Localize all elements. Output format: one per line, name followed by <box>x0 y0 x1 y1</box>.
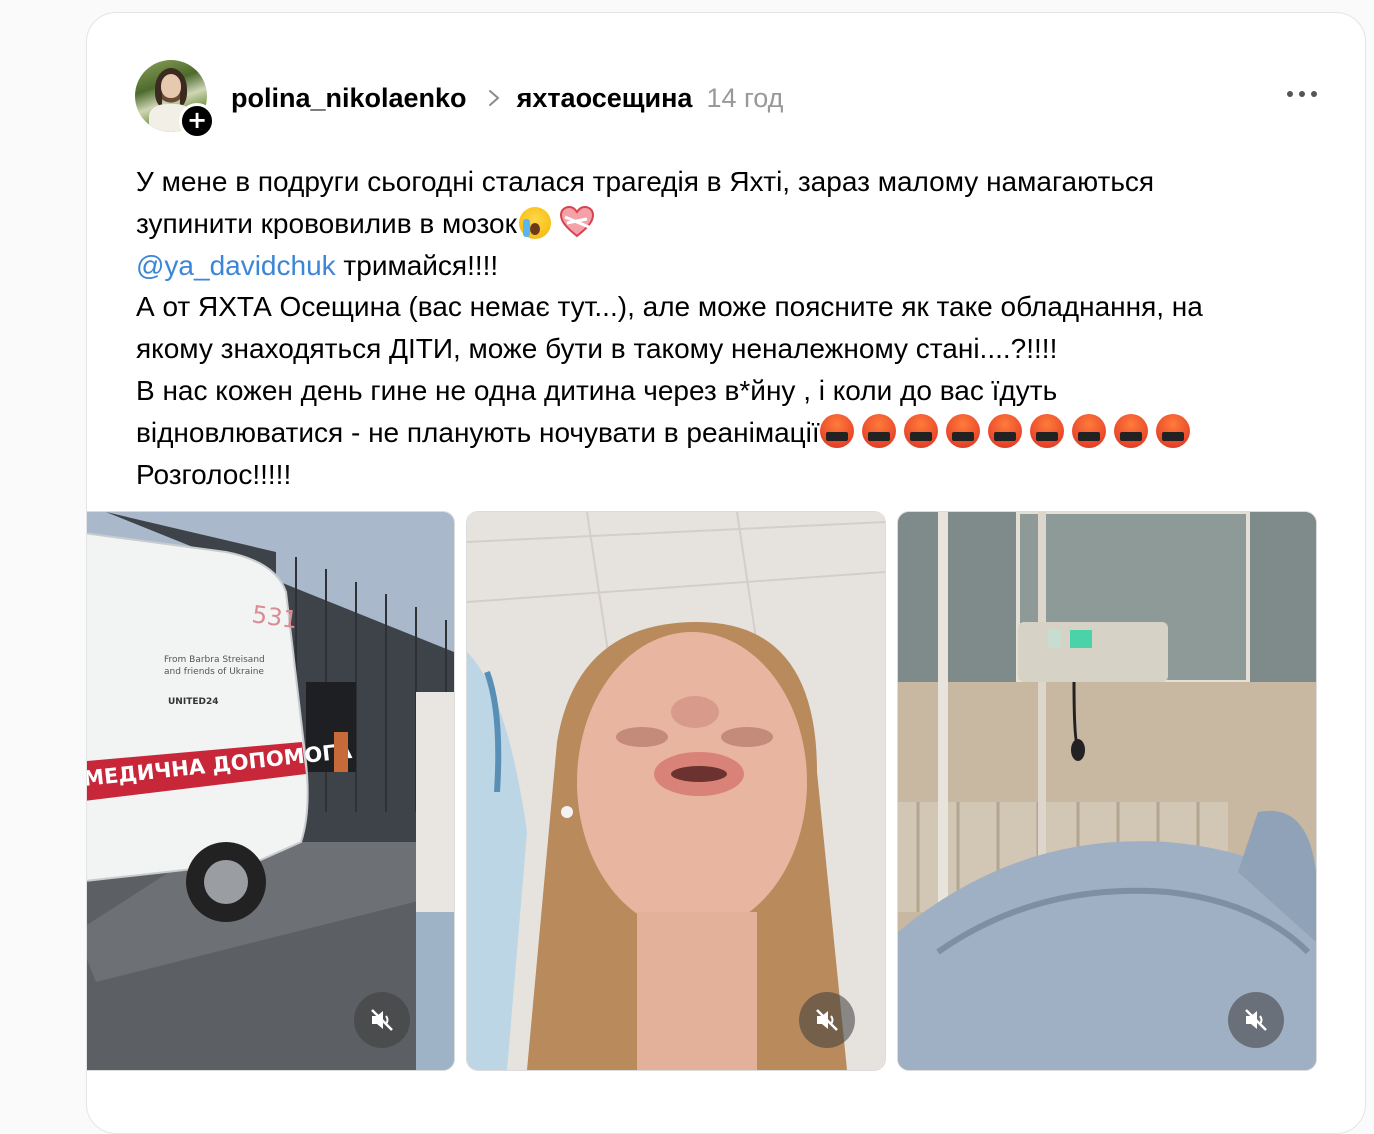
chevron-right-icon <box>488 90 499 106</box>
hospital-bed-scene-icon <box>898 512 1316 1070</box>
mending-heart-icon <box>559 205 594 238</box>
post-line: В нас кожен день гине не одна дитина чер… <box>136 374 1058 406</box>
angry-face-icon <box>945 413 980 448</box>
more-options-icon[interactable] <box>1287 91 1317 97</box>
follow-plus-icon[interactable]: + <box>179 103 215 139</box>
mention-link[interactable]: @ya_davidchuk <box>136 250 336 281</box>
username-link[interactable]: polina_nikolaenko <box>231 83 467 114</box>
svg-text:and friends of Ukraine: and friends of Ukraine <box>164 667 264 677</box>
selfie-scene-icon <box>467 512 885 1070</box>
angry-face-icon <box>1155 413 1190 448</box>
post-card: + polina_nikolaenko яхтаосещина 14 год У… <box>86 12 1366 1134</box>
video-selfie[interactable] <box>466 511 886 1071</box>
post-line: У мене в подруги сьогодні сталася трагед… <box>136 166 1155 197</box>
svg-text:UNITED24: UNITED24 <box>168 697 218 707</box>
community-link[interactable]: яхтаосещина <box>517 83 693 114</box>
angry-face-icon <box>819 413 854 448</box>
svg-text:From Barbra Streisand: From Barbra Streisand <box>164 655 265 665</box>
post-line: А от ЯХТА Осещина (вас немає тут...), ал… <box>136 291 1203 323</box>
post-line: якому знаходяться ДІТИ, може бути в тако… <box>136 333 1058 365</box>
angry-face-icon <box>903 413 938 448</box>
speaker-muted-icon <box>1245 1009 1267 1031</box>
post-line: Розголос!!!!! <box>136 458 292 490</box>
post-body: У мене в подруги сьогодні сталася трагед… <box>136 161 1336 495</box>
angry-face-icon <box>1071 413 1106 448</box>
post-line: відновлюватися - не планують ночувати в … <box>136 412 1336 454</box>
angry-face-icon <box>987 413 1022 448</box>
ambulance-scene-icon: МЕДИЧНА ДОПОМОГА 531 From Barbra Streisa… <box>87 512 454 1070</box>
post-line: зупинити крововилив в мозок <box>136 203 1336 245</box>
post-timestamp[interactable]: 14 год <box>706 83 783 114</box>
mute-button[interactable] <box>1228 992 1284 1048</box>
speaker-muted-icon <box>816 1009 838 1031</box>
mute-button[interactable] <box>354 992 410 1048</box>
post-header: polina_nikolaenko яхтаосещина 14 год <box>231 81 783 115</box>
video-ambulance[interactable]: МЕДИЧНА ДОПОМОГА 531 From Barbra Streisa… <box>87 511 455 1071</box>
post-line: @ya_davidchuk тримайся!!!! <box>136 249 499 281</box>
mute-button[interactable] <box>799 992 855 1048</box>
angry-face-icon <box>1029 413 1064 448</box>
loudly-crying-face-icon <box>518 206 551 239</box>
speaker-muted-icon <box>371 1009 393 1031</box>
angry-face-icon <box>1113 413 1148 448</box>
angry-face-icon <box>861 413 896 448</box>
video-hospital[interactable] <box>897 511 1317 1071</box>
